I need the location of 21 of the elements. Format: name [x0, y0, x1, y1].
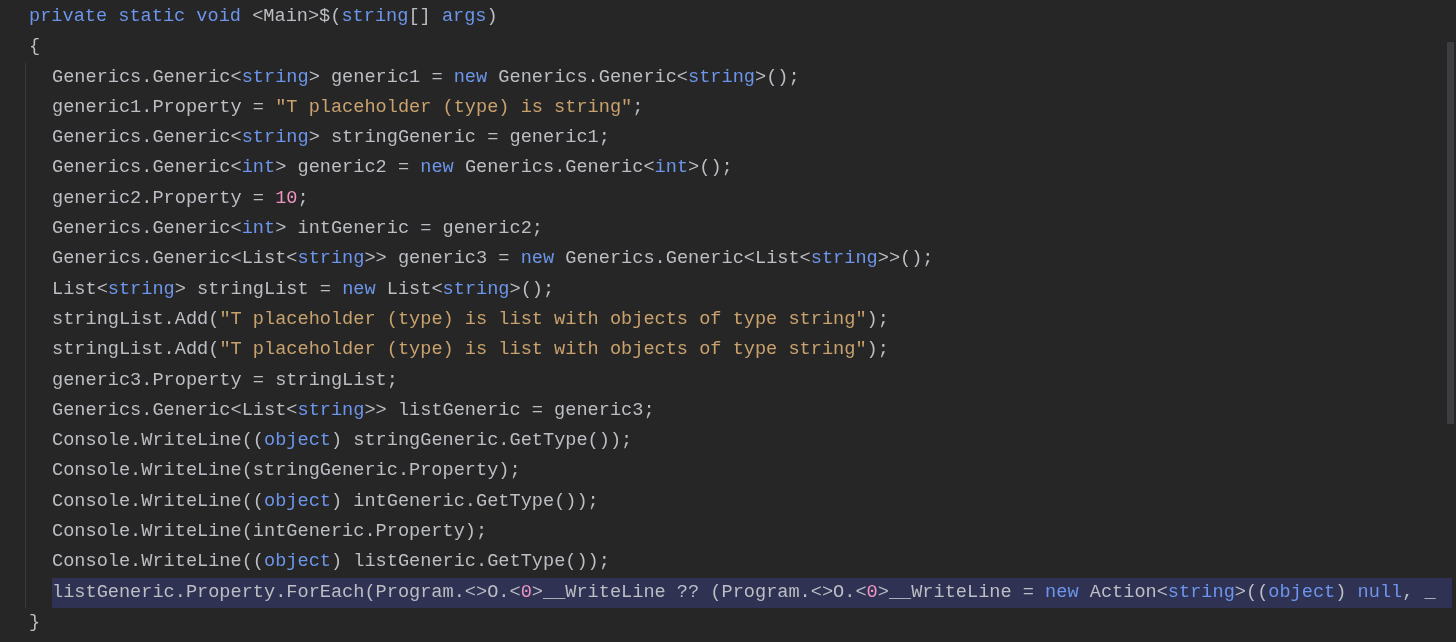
code-line: Generics.Generic<string> generic1 = new Generics.Generic<string>(); [52, 65, 800, 90]
code-line: generic3.Property = stringList; [52, 368, 398, 393]
code-line: Console.WriteLine((object) intGeneric.GetType()); [52, 489, 599, 514]
code-line: Generics.Generic<int> intGeneric = generic2; [52, 217, 543, 242]
code-line: Console.WriteLine(stringGeneric.Property); [52, 459, 521, 484]
code-line: stringList.Add("T placeholder (type) is list with objects of type string"); [52, 338, 889, 363]
brace: } [29, 610, 41, 635]
code-line: Console.WriteLine((object) stringGeneric.GetType()); [52, 429, 633, 454]
code-line: private static void <Main>$(string[] args) [29, 5, 498, 29]
code-line: generic1.Property = "T placeholder (type) is string"; [52, 95, 644, 120]
code-line: Console.WriteLine(intGeneric.Property); [52, 520, 488, 545]
code-line: Generics.Generic<int> generic2 = new Generics.Generic<int>(); [52, 156, 733, 181]
code-line: Generics.Generic<List<string>> listGeneric = generic3; [52, 398, 655, 423]
code-line: List<string> stringList = new List<string>(); [52, 277, 555, 302]
code-line: Console.WriteLine((object) listGeneric.GetType()); [52, 550, 610, 575]
code-line: Generics.Generic<List<string>> generic3 = new Generics.Generic<List<string>>(); [52, 247, 934, 272]
code-line: stringList.Add("T placeholder (type) is list with objects of type string"); [52, 307, 889, 332]
brace: { [29, 35, 41, 60]
scrollbar-thumb[interactable] [1447, 42, 1454, 424]
code-line: generic2.Property = 10; [52, 186, 309, 211]
code-line: Generics.Generic<string> stringGeneric = generic1; [52, 126, 610, 151]
